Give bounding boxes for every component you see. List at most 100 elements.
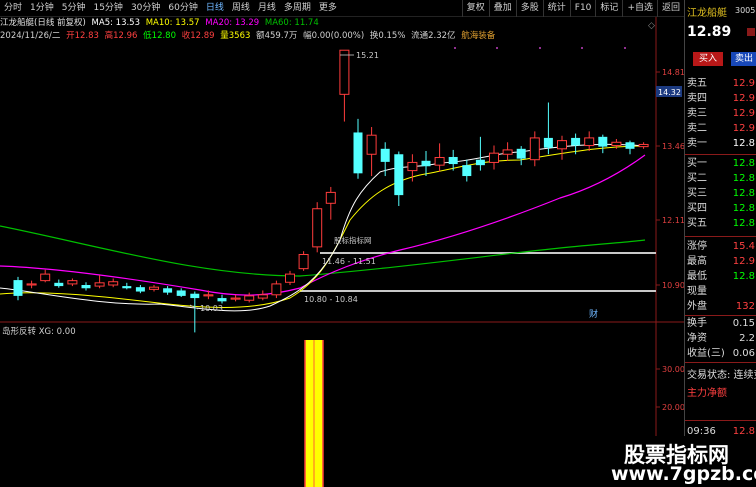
kline-chart[interactable]: ◇ 15.21 10.03 11.46 - 11.51 10.80 - 10.8… [0,0,684,487]
financial-report-marker[interactable]: 财 [589,308,598,320]
bid-label: 买四 [687,203,707,214]
side-last-price: 12.89 [687,24,732,40]
stat-value: 0.06 [732,348,755,359]
stat-label: 最低 [687,271,707,282]
candle-body[interactable] [516,148,526,159]
candle-body[interactable] [353,132,363,174]
high-price-annotation: 15.21 [356,51,379,60]
price-axis-label: 12.11 [662,216,684,225]
bid-price: 12.8 [732,188,755,199]
stats-block-2: 换手 0.15 净资 2.2 收益(三) 0.06 [687,316,755,361]
candle-body[interactable] [380,148,390,162]
low-price-annotation: 10.03 [200,304,223,313]
candle-body[interactable] [298,253,309,270]
stat-value: 0.15 [732,318,755,329]
candle-body[interactable] [230,297,241,300]
candle-body[interactable] [149,286,159,290]
ask-label: 卖三 [687,108,707,119]
candle-body[interactable] [625,142,635,149]
candle-body[interactable] [448,156,458,165]
candle-body[interactable] [203,294,214,297]
bid-label: 买三 [687,188,707,199]
candle-body[interactable] [502,149,513,155]
collapse-icon[interactable] [747,28,755,36]
center-watermark-text: 股标指标网 [334,235,372,245]
sell-button[interactable]: 卖出 [731,52,756,66]
candle-body[interactable] [257,294,268,299]
stat-value: 132 [735,301,755,312]
candle-body[interactable] [434,157,445,166]
candle-body[interactable] [489,152,499,163]
candle-body[interactable] [421,160,431,167]
diamond-icon: ◇ [648,21,655,31]
candle-body[interactable] [108,281,119,286]
candle-body[interactable] [81,285,91,289]
bid-book: 买一 12.8 买二 12.8 买三 12.8 买四 12.8 买五 12.8 [687,156,755,231]
sub-indicator-title[interactable]: 岛形反转 XG: 0.00 [2,325,76,337]
ask-label: 卖二 [687,123,707,134]
ask-price: 12.8 [732,138,755,149]
candle-body[interactable] [285,273,295,283]
dotted-markers [454,47,626,49]
candle-body[interactable] [54,282,64,287]
upper-band-label: 11.46 - 11.51 [322,257,376,266]
candle-body[interactable] [244,295,255,301]
candle-body[interactable] [407,161,418,172]
candle-body[interactable] [543,137,553,148]
stat-label: 涨停 [687,241,707,252]
candle-body[interactable] [584,137,595,147]
watermark-line2: www.7gpzb.com [611,463,756,485]
candle-body[interactable] [26,283,37,286]
bid-label: 买二 [687,173,707,184]
candle-body[interactable] [122,286,132,289]
price-axis-label: 14.81 [662,68,684,77]
candle-body[interactable] [176,290,186,296]
candle-body[interactable] [529,137,540,161]
ask-label: 卖四 [687,93,707,104]
candle-body[interactable] [271,283,282,296]
stat-label: 外盘 [687,301,707,312]
stat-label: 换手 [687,318,707,329]
candle-body[interactable] [67,280,78,285]
bid-price: 12.8 [732,218,755,229]
candle-body[interactable] [135,287,145,292]
candle-body[interactable] [638,143,649,148]
candle-body[interactable] [598,136,608,147]
stat-value: 15.4 [732,241,755,252]
stat-label: 现量 [687,286,707,297]
candle-body[interactable] [571,137,581,146]
ask-price: 12.9 [732,93,755,104]
candle-body[interactable] [94,282,105,287]
candle-body[interactable] [339,49,350,95]
candle-body[interactable] [325,191,336,204]
candle-body[interactable] [611,141,622,147]
candle-body[interactable] [557,140,567,150]
stat-value: 2.2 [739,333,755,344]
ask-price: 12.9 [732,108,755,119]
stat-value: 12.8 [732,271,755,282]
ask-price: 12.9 [732,123,755,134]
buy-button[interactable]: 买入 [693,52,723,66]
price-axis-label: 10.90 [662,281,684,290]
ask-label: 卖一 [687,138,707,149]
candle-body[interactable] [190,293,200,299]
stat-label: 净资 [687,333,707,344]
candle-body[interactable] [462,165,472,177]
sub-axis-label: 20.00 [662,403,684,412]
bid-price: 12.8 [732,158,755,169]
candle-body[interactable] [394,154,404,196]
main-flow-label[interactable]: 主力净额 [687,384,727,399]
candle-body[interactable] [366,134,377,155]
side-stock-name: 江龙船艇 [687,8,727,19]
candle-body[interactable] [475,159,485,166]
candle-body[interactable] [40,273,51,282]
site-watermark: 股票指标网 www.7gpzb.com [606,436,756,487]
candle-body[interactable] [13,280,23,296]
ask-book: 卖五 12.9 卖四 12.9 卖三 12.9 卖二 12.9 卖一 12.8 [687,76,755,151]
candle-body[interactable] [312,208,323,248]
current-price-tag-text: 14.32 [658,88,681,97]
bid-label: 买一 [687,158,707,169]
candle-body[interactable] [163,288,173,293]
sub-axis-label: 30.00 [662,365,684,374]
candle-body[interactable] [217,298,227,302]
